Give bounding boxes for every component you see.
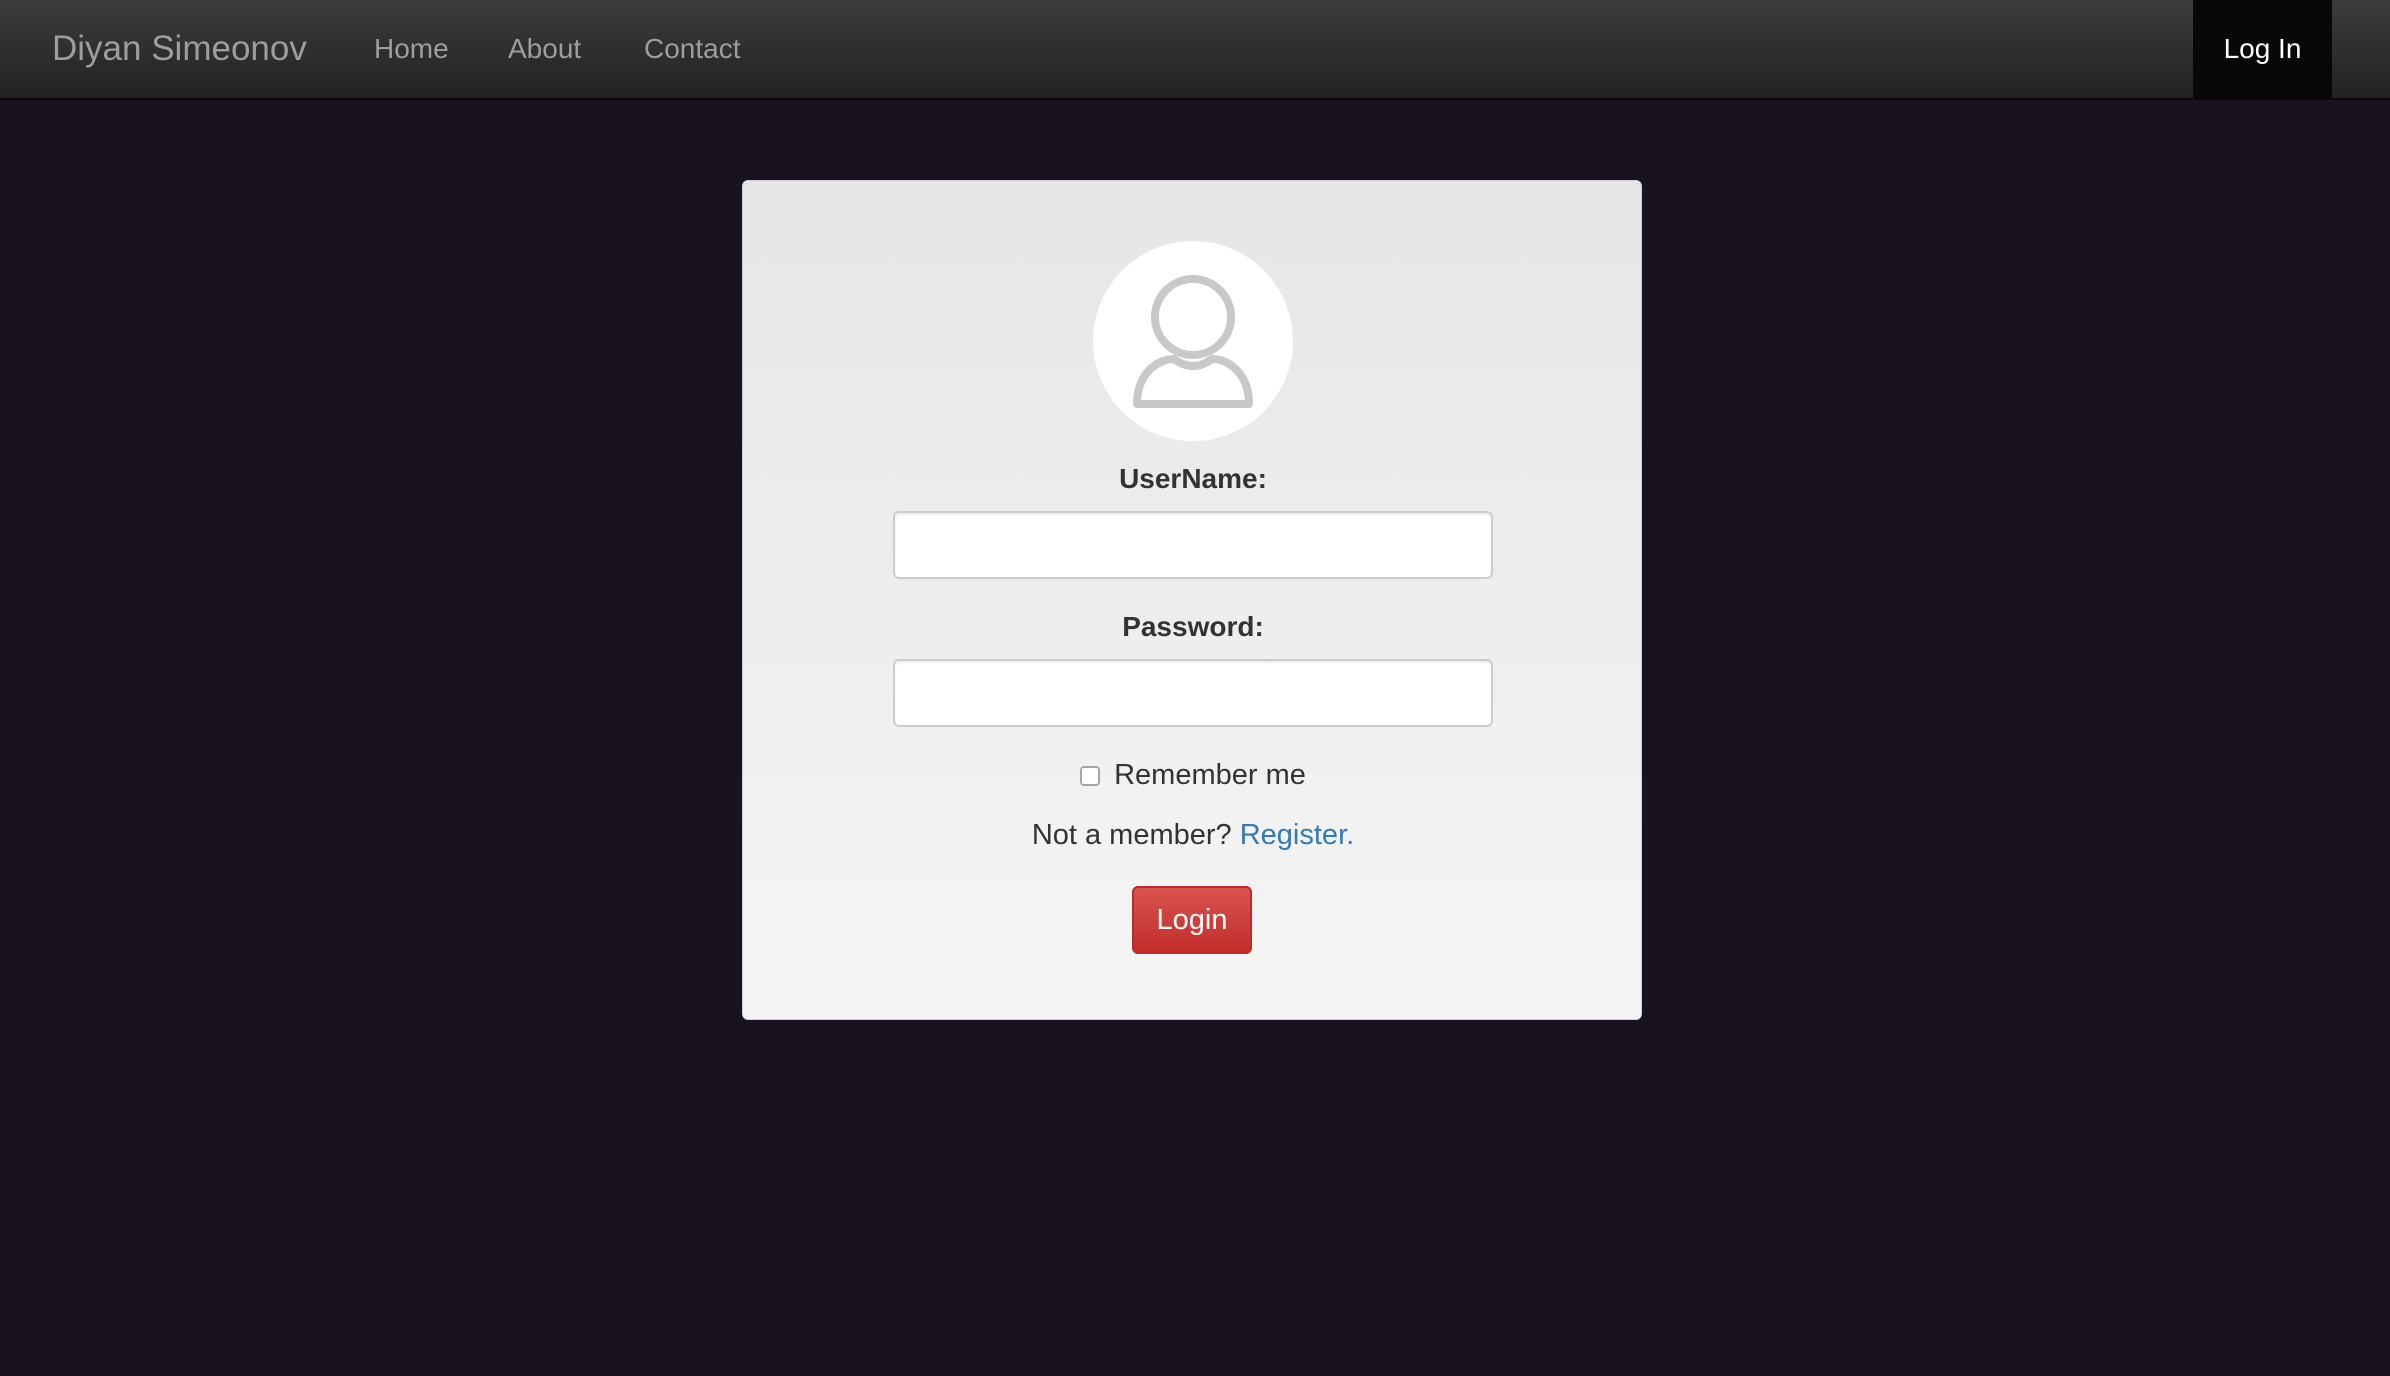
username-input[interactable] (893, 511, 1493, 579)
nav-login-link[interactable]: Log In (2193, 0, 2332, 100)
password-input[interactable] (893, 659, 1493, 727)
avatar (1093, 241, 1293, 441)
brand-link[interactable]: Diyan Simeonov (52, 0, 307, 100)
password-label: Password: (1122, 611, 1264, 642)
remember-me-label[interactable]: Remember me (1114, 759, 1306, 792)
login-button[interactable]: Login (1132, 886, 1252, 954)
nav-link-contact[interactable]: Contact (644, 0, 741, 100)
remember-me-row: Remember me (743, 759, 1643, 799)
nav-link-home[interactable]: Home (374, 0, 449, 100)
register-link[interactable]: Register. (1240, 819, 1354, 851)
nav-link-about[interactable]: About (508, 0, 581, 100)
login-card: UserName: Password: Remember me Not a me… (742, 180, 1642, 1020)
top-navbar: Diyan Simeonov Home About Contact Log In (0, 0, 2390, 100)
username-label: UserName: (1119, 463, 1267, 494)
member-prompt-text: Not a member? (1031, 819, 1232, 851)
register-prompt: Not a member? Register. (743, 819, 1643, 852)
remember-me-checkbox[interactable] (1080, 765, 1101, 786)
user-silhouette-icon (1133, 275, 1253, 408)
